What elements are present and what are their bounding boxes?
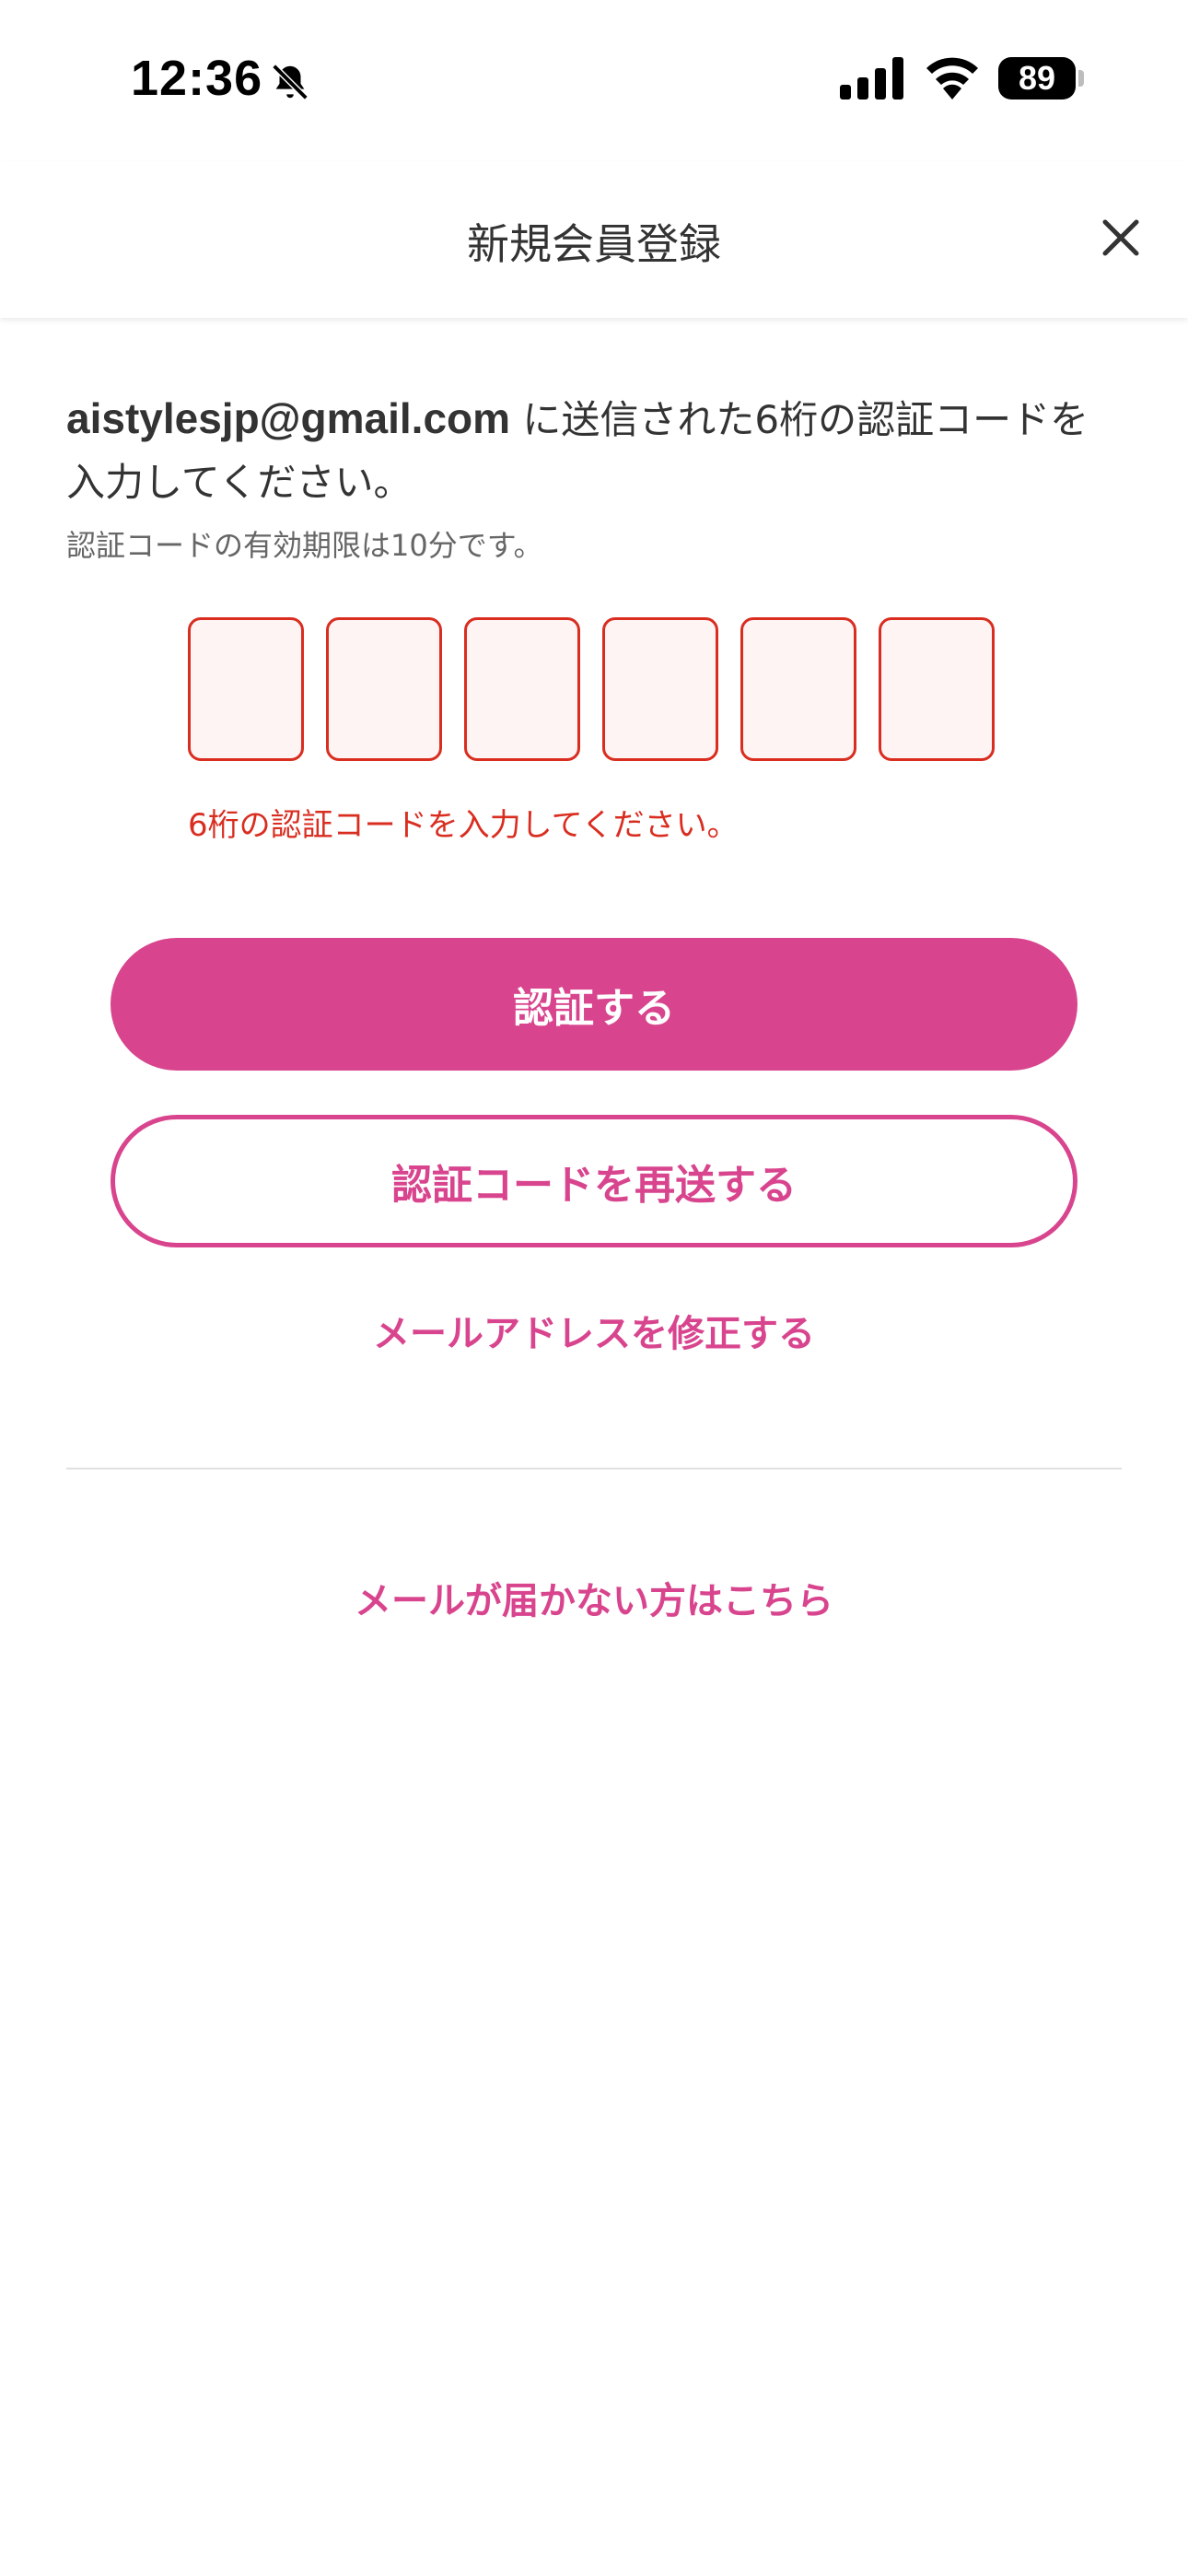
battery-tip	[1078, 70, 1084, 87]
email-address: aistylesjp@gmail.com	[66, 394, 511, 442]
code-digit-4[interactable]	[602, 617, 718, 761]
battery-icon: 89	[998, 57, 1076, 100]
email-not-received-link[interactable]: メールが届かない方はこちら	[0, 1571, 1188, 1624]
edit-email-link[interactable]: メールアドレスを修正する	[0, 1304, 1188, 1357]
verify-button[interactable]: 認証する	[111, 938, 1077, 1071]
bell-slash-icon	[272, 64, 309, 100]
signal-icon	[840, 57, 903, 100]
error-message: 6桁の認証コードを入力してください。	[188, 807, 739, 844]
battery-level: 89	[1018, 59, 1056, 97]
code-digit-5[interactable]	[740, 617, 856, 761]
status-bar: 12:36 89	[0, 0, 1188, 161]
instruction-text: aistylesjp@gmail.com に送信された6桁の認証コードを入力して…	[66, 387, 1125, 514]
code-digit-1[interactable]	[188, 617, 304, 761]
code-digit-2[interactable]	[326, 617, 442, 761]
page-title: 新規会員登録	[467, 219, 721, 269]
wifi-icon	[926, 57, 978, 100]
nav-header: 新規会員登録	[0, 161, 1188, 318]
divider	[66, 1468, 1122, 1469]
close-icon[interactable]	[1096, 213, 1146, 263]
resend-code-button[interactable]: 認証コードを再送する	[111, 1115, 1077, 1247]
code-digit-6[interactable]	[879, 617, 995, 761]
expiry-note: 認証コードの有効期限は10分です。	[66, 528, 543, 563]
code-digit-3[interactable]	[464, 617, 580, 761]
status-time: 12:36	[131, 51, 263, 106]
